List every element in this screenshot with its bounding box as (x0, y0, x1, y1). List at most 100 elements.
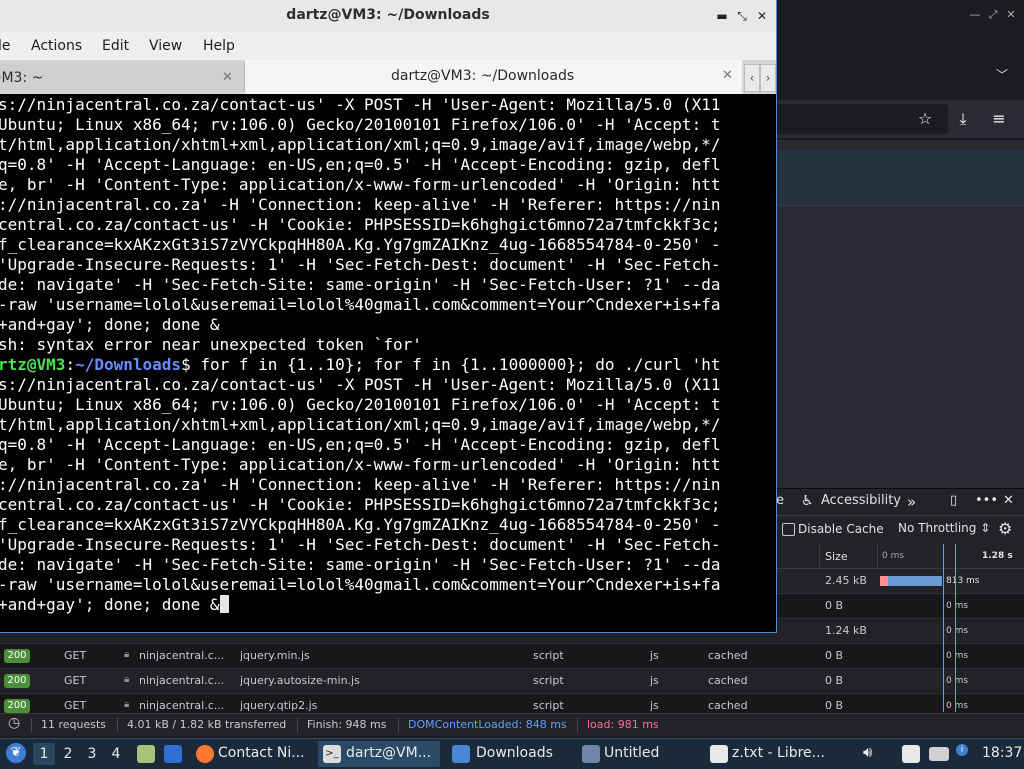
throttling-select[interactable]: No Throttling ⇕ (898, 521, 990, 535)
lock-icon: 🔒︎ (124, 699, 130, 710)
close-icon[interactable]: ✕ (1004, 8, 1018, 22)
taskbar-app-editor[interactable]: Untitled (576, 741, 702, 767)
volume-icon[interactable]: 🔊︎ (863, 743, 872, 761)
taskbar-app-libreoffice[interactable]: z.txt - Libre... (706, 741, 832, 767)
prompt-user: rtz@VM3 (0, 355, 66, 374)
workspace-4[interactable]: 4 (105, 743, 127, 765)
menu-actions[interactable]: Actions (31, 38, 82, 54)
cell-type: script (533, 699, 564, 712)
clock[interactable]: 18:37 (982, 745, 1022, 761)
table-row[interactable]: 200 GET ninjacentral.c... jquery.autosize-m… (0, 669, 1024, 694)
more-options-icon[interactable]: ••• (975, 493, 998, 508)
domcontentloaded-marker (943, 544, 944, 712)
network-status-bar: ◷ 11 requests 4.01 kB / 1.82 kB transfer… (0, 713, 1024, 736)
close-icon[interactable]: ✕ (754, 8, 770, 24)
cell-timing: 0 ms (946, 676, 969, 686)
taskbar-app-terminal[interactable]: >_ dartz@VM... (318, 741, 440, 767)
more-tabs-icon[interactable]: » (907, 493, 916, 511)
maximize-icon[interactable]: ⤡ (734, 8, 750, 24)
terminal-line: s://ninjacentral.co.za/contact-us' -X PO… (0, 95, 721, 114)
workspace-1[interactable]: 1 (33, 743, 55, 765)
menu-file[interactable]: le (0, 38, 11, 54)
terminal-line: e, br' -H 'Content-Type: application/x-w… (0, 455, 721, 474)
text-editor-icon (582, 745, 600, 763)
files-launcher-icon[interactable] (137, 745, 155, 763)
cell-domain: ninjacentral.c... (139, 699, 225, 712)
terminal-line: q=0.8' -H 'Accept-Language: en-US,en;q=0… (0, 435, 721, 454)
tab-close-icon[interactable]: ✕ (222, 70, 233, 85)
terminal-line: central.co.za/contact-us' -H 'Cookie: PH… (0, 495, 721, 514)
menu-edit[interactable]: Edit (102, 38, 129, 54)
disable-cache-checkbox[interactable] (782, 523, 795, 536)
network-settings-gear-icon[interactable]: ⚙ (998, 519, 1012, 538)
terminal-titlebar[interactable]: dartz@VM3: ~/Downloads ▬ ⤡ ✕ (0, 0, 776, 32)
waterfall-start-label: 0 ms (882, 551, 905, 561)
cell-size: 0 B (825, 599, 844, 612)
hamburger-menu-icon[interactable]: ≡ (988, 108, 1010, 130)
devtools-close-icon[interactable]: ✕ (1003, 493, 1014, 508)
page-body (776, 205, 1024, 491)
terminal-line: -raw 'username=lolol&useremail=lolol%40g… (0, 295, 721, 314)
tab-home[interactable]: )M3: ~ ✕ (0, 62, 245, 92)
cell-status: 200 (4, 674, 30, 688)
taskbar-app-files[interactable]: Downloads (446, 741, 572, 767)
restore-icon[interactable]: ⤢ (986, 8, 1000, 22)
terminal-line: Ubuntu; Linux x86_64; rv:106.0) Gecko/20… (0, 115, 721, 134)
taskbar-app-firefox[interactable]: Contact Ni... (190, 741, 312, 767)
tab-scroll-right-icon[interactable]: › (760, 64, 776, 92)
workspace-2[interactable]: 2 (57, 743, 79, 765)
disable-cache-label: Disable Cache (798, 522, 884, 536)
cell-domain: ninjacentral.c... (139, 649, 225, 662)
devtools-tab-partial[interactable]: e (776, 493, 784, 508)
downloads-icon[interactable]: ⤓ (952, 108, 974, 130)
terminal-line: Ubuntu; Linux x86_64; rv:106.0) Gecko/20… (0, 395, 721, 414)
cell-timing: 0 ms (946, 601, 969, 611)
clipboard-icon[interactable] (902, 745, 920, 763)
terminal-line: 'Upgrade-Insecure-Requests: 1' -H 'Sec-F… (0, 535, 721, 554)
taskbar-app-label: Contact Ni... (218, 745, 305, 761)
menu-help[interactable]: Help (203, 38, 235, 54)
cell-ext: js (650, 674, 659, 687)
terminal-output[interactable]: s://ninjacentral.co.za/contact-us' -X PO… (0, 95, 760, 625)
terminal-line: -raw 'username=lolol&useremail=lolol%40g… (0, 575, 721, 594)
taskbar-app-label: Untitled (604, 745, 660, 761)
column-size[interactable]: Size (825, 550, 848, 563)
cell-size: 2.45 kB (825, 574, 867, 587)
bookmark-star-icon[interactable]: ☆ (914, 108, 936, 130)
cell-timing: 0 ms (946, 626, 969, 636)
status-divider (297, 718, 298, 732)
tab-list-chevron-down-icon[interactable]: ﹀ (996, 66, 1008, 83)
firefox-tabbar (776, 30, 1024, 92)
tab-downloads[interactable]: dartz@VM3: ~/Downloads ✕ (245, 60, 742, 94)
cell-file: jquery.min.js (240, 649, 310, 662)
prompt-path: ~/Downloads (75, 355, 182, 374)
terminal-window[interactable]: dartz@VM3: ~/Downloads ▬ ⤡ ✕ le Actions … (0, 0, 777, 633)
devtools-tab-accessibility[interactable]: Accessibility (821, 493, 901, 508)
cell-transferred: cached (708, 674, 748, 687)
terminal-scrollbar[interactable] (764, 95, 774, 625)
network-icon[interactable] (929, 747, 949, 761)
tab-scroll-left-icon[interactable]: ‹ (744, 64, 760, 92)
domcontentloaded-time: DOMContentLoaded: 848 ms (408, 718, 567, 731)
minimize-icon[interactable]: — (968, 8, 982, 22)
cell-status: 200 (4, 699, 30, 713)
workspace-3[interactable]: 3 (81, 743, 103, 765)
cell-type: script (533, 649, 564, 662)
terminal-line: ://ninjacentral.co.za' -H 'Connection: k… (0, 195, 721, 214)
desktop-launcher-icon[interactable] (164, 745, 182, 763)
waterfall-bar-blocked (880, 576, 888, 586)
status-divider (31, 718, 32, 732)
terminal-line: s://ninjacentral.co.za/contact-us' -X PO… (0, 375, 721, 394)
terminal-icon: >_ (323, 745, 341, 763)
menu-view[interactable]: View (149, 38, 182, 54)
performance-clock-icon[interactable]: ◷ (8, 715, 20, 731)
cell-method: GET (64, 649, 87, 662)
minimize-icon[interactable]: ▬ (714, 8, 730, 24)
accessibility-icon: ♿ (801, 493, 814, 509)
tab-close-icon[interactable]: ✕ (722, 68, 733, 83)
table-row[interactable]: 200 GET ninjacentral.c... jquery.min.js scri… (0, 644, 1024, 669)
start-menu-icon[interactable]: ❦ (6, 743, 26, 763)
notification-icon[interactable]: i (956, 744, 968, 756)
tab-label: dartz@VM3: ~/Downloads (391, 68, 575, 84)
dock-side-icon[interactable]: ▯ (950, 493, 957, 508)
